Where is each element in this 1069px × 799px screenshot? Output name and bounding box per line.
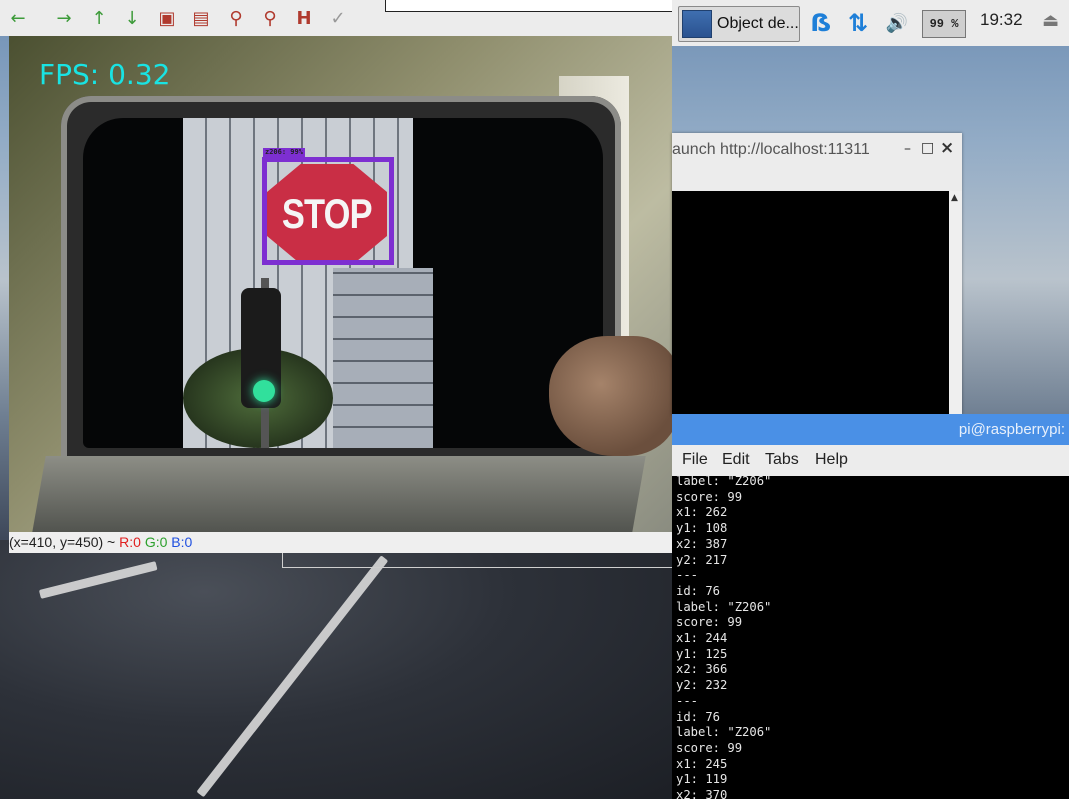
maximize-button[interactable]: □ — [921, 140, 934, 156]
zoom-in-icon[interactable]: ⚲ — [224, 6, 248, 30]
terminal-title: pi@raspberrypi: — [958, 421, 1065, 438]
copy-image-icon[interactable]: ▤ — [189, 6, 213, 30]
scroll-up-icon[interactable]: ▲ — [951, 193, 958, 203]
terminal-window[interactable]: pi@raspberrypi: File Edit Tabs Help labe… — [672, 414, 1069, 799]
terminal-line: x1: 244 — [676, 631, 728, 646]
terminal-line: y2: 217 — [676, 552, 728, 567]
terminal-line: --- — [676, 568, 699, 583]
pixel-b: B:0 — [171, 534, 193, 550]
terminal-line: x1: 262 — [676, 505, 728, 520]
pixel-coords: (x=410, y=450) ~ — [9, 534, 120, 550]
terminal-line: x2: 366 — [676, 662, 728, 677]
terminal-line: label: "Z206" — [676, 474, 772, 488]
terminal-line: y1: 108 — [676, 521, 728, 536]
blank-window-edge — [385, 0, 693, 12]
zoom-out-icon[interactable]: ⚲ — [258, 6, 282, 30]
detection-label: z206: 99% — [263, 148, 305, 157]
close-button[interactable]: × — [940, 138, 954, 158]
terminal-output[interactable]: label: "Z206" score: 99 x1: 262 y1: 108 … — [676, 474, 1066, 799]
network-updown-icon[interactable]: ⇅ — [842, 8, 874, 38]
terminal-line: score: 99 — [676, 615, 743, 630]
terminal-line: id: 76 — [676, 583, 721, 598]
terminal-line: x1: 245 — [676, 756, 728, 771]
arrow-down-icon[interactable]: ↓ — [120, 6, 144, 30]
terminal-title-bar[interactable]: pi@raspberrypi: — [672, 414, 1069, 445]
camera-image-view[interactable]: STOP z206: 99% FPS: 0.32 — [9, 36, 672, 532]
terminal-line: y2: 232 — [676, 678, 728, 693]
terminal-line: y1: 125 — [676, 646, 728, 661]
taskbar-window-label: Object de... — [717, 15, 799, 32]
terminal-line: label: "Z206" — [676, 725, 772, 740]
image-viewer-status-bar: (x=410, y=450) ~ R:0 G:0 B:0 — [9, 532, 672, 553]
hand — [549, 336, 672, 456]
taskbar-window-button[interactable]: Object de... — [678, 6, 800, 42]
wallpaper-road — [0, 540, 680, 799]
window-icon — [682, 10, 712, 38]
menu-edit[interactable]: Edit — [722, 451, 750, 469]
zoom-fit-icon[interactable]: H — [292, 6, 316, 30]
minimize-button[interactable]: – — [904, 141, 911, 157]
bluetooth-icon[interactable]: ẞ — [810, 8, 832, 38]
volume-icon[interactable]: 🔊 — [882, 8, 912, 38]
roslaunch-window[interactable]: aunch http://localhost:11311 – □ × ▲ — [672, 133, 962, 415]
brush-icon[interactable]: ✓ — [326, 6, 350, 30]
terminal-line: y1: 119 — [676, 772, 728, 787]
roslaunch-window-title: aunch http://localhost:11311 — [672, 141, 870, 158]
terminal-line: --- — [676, 693, 699, 708]
menu-file[interactable]: File — [682, 451, 708, 469]
menu-tabs[interactable]: Tabs — [765, 451, 799, 469]
terminal-line: score: 99 — [676, 740, 743, 755]
terminal-line: id: 76 — [676, 709, 721, 724]
terminal-line: score: 99 — [676, 489, 743, 504]
clock[interactable]: 19:32 — [980, 10, 1023, 30]
detection-bounding-box — [262, 157, 394, 265]
green-light — [253, 380, 275, 402]
pixel-r: R:0 — [119, 534, 141, 550]
building-lower — [333, 268, 433, 448]
arrow-left-icon[interactable]: ← — [6, 6, 30, 30]
arrow-right-icon[interactable]: → — [52, 6, 76, 30]
pixel-info: (x=410, y=450) ~ R:0 G:0 B:0 — [9, 534, 192, 550]
fps-overlay: FPS: 0.32 — [39, 58, 171, 91]
cpu-usage-monitor[interactable]: 99 % — [922, 10, 966, 38]
arrow-up-icon[interactable]: ↑ — [87, 6, 111, 30]
terminal-menu-bar: File Edit Tabs Help — [672, 445, 1069, 476]
scrollbar[interactable]: ▲ — [949, 191, 962, 415]
laptop-keyboard — [32, 456, 646, 532]
pixel-g: G:0 — [144, 534, 168, 550]
window-edge — [282, 553, 676, 568]
terminal-line: label: "Z206" — [676, 599, 772, 614]
save-image-icon[interactable]: ▣ — [155, 6, 179, 30]
menu-help[interactable]: Help — [815, 451, 848, 469]
terminal-line: x2: 387 — [676, 536, 728, 551]
terminal-line: x2: 370 — [676, 788, 728, 799]
roslaunch-terminal-output[interactable] — [672, 191, 949, 415]
taskbar: Object de... ẞ ⇅ 🔊 99 % 19:32 ⏏ — [672, 0, 1069, 46]
eject-icon[interactable]: ⏏ — [1042, 10, 1059, 31]
